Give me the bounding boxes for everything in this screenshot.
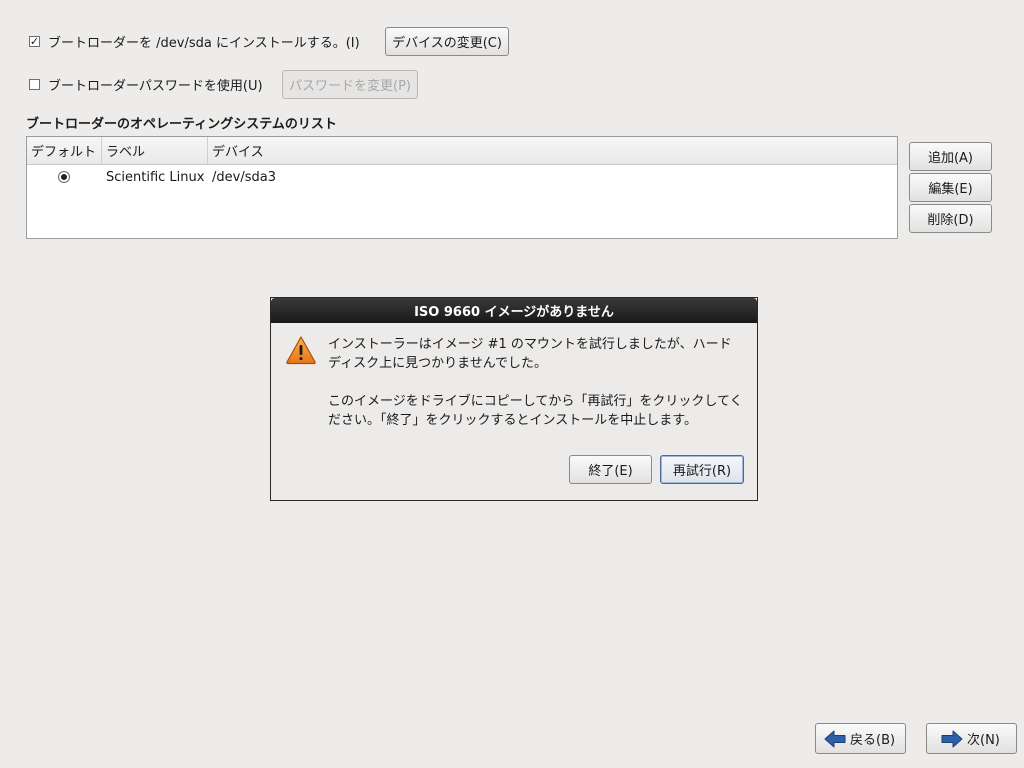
device-cell: /dev/sda3 — [212, 169, 276, 185]
change-device-button[interactable]: デバイスの変更(C) — [385, 27, 509, 56]
table-row[interactable]: Scientific Linux /dev/sda3 — [27, 167, 897, 187]
column-header-device[interactable]: デバイス — [207, 137, 897, 164]
dialog-message-line3: このイメージをドライブにコピーしてから「再試行」をクリックしてく — [328, 394, 743, 409]
edit-button[interactable]: 編集(E) — [909, 173, 992, 202]
arrow-right-icon — [941, 730, 963, 747]
column-header-default[interactable]: デフォルト — [27, 137, 101, 164]
label-cell: Scientific Linux — [106, 169, 205, 185]
arrow-left-icon — [824, 730, 846, 747]
default-radio[interactable] — [58, 171, 70, 183]
bootloader-password-checkbox[interactable] — [29, 78, 40, 90]
default-cell[interactable] — [27, 171, 101, 183]
warning-icon — [286, 336, 316, 365]
change-password-button: パスワードを変更(P) — [282, 70, 418, 99]
add-button[interactable]: 追加(A) — [909, 142, 992, 171]
dialog-message-line1: インストーラーはイメージ #1 のマウントを試行しましたが、ハード — [328, 337, 732, 352]
install-bootloader-label: ブートローダーを /dev/sda にインストールする。(I) — [48, 35, 360, 51]
dialog-title: ISO 9660 イメージがありません — [271, 298, 757, 323]
install-bootloader-checkbox[interactable]: ✓ — [29, 35, 40, 47]
exit-button[interactable]: 終了(E) — [569, 455, 652, 484]
back-button[interactable]: 戻る(B) — [815, 723, 906, 754]
column-header-label[interactable]: ラベル — [101, 137, 207, 164]
os-list-header: デフォルト ラベル デバイス — [27, 137, 897, 165]
next-button-label: 次(N) — [967, 733, 1000, 748]
bootloader-password-label: ブートローダーパスワードを使用(U) — [48, 78, 263, 94]
delete-button[interactable]: 削除(D) — [909, 204, 992, 233]
retry-button[interactable]: 再試行(R) — [660, 455, 744, 484]
iso-missing-dialog: ISO 9660 イメージがありません インストーラーはイメージ #1 のマウン… — [270, 297, 758, 501]
os-list-heading: ブートローダーのオペレーティングシステムのリスト — [26, 117, 337, 132]
back-button-label: 戻る(B) — [850, 733, 896, 748]
install-bootloader-checkbox-row[interactable]: ✓ ブートローダーを /dev/sda にインストールする。(I) — [29, 33, 360, 51]
dialog-message-line2: ディスク上に見つかりませんでした。 — [328, 356, 548, 371]
bootloader-password-checkbox-row[interactable]: ブートローダーパスワードを使用(U) — [29, 76, 263, 94]
dialog-message-line4: ださい。「終了」をクリックするとインストールを中止します。 — [328, 413, 697, 428]
next-button[interactable]: 次(N) — [926, 723, 1017, 754]
os-list-table[interactable]: デフォルト ラベル デバイス Scientific Linux /dev/sda… — [26, 136, 898, 239]
